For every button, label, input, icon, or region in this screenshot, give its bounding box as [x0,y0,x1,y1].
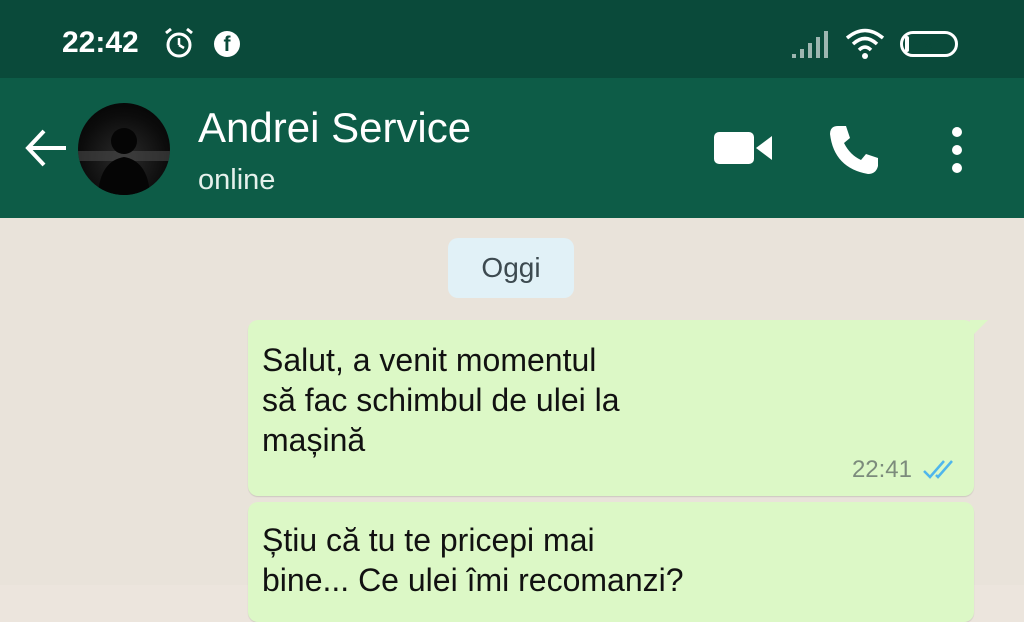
alarm-clock-icon [165,27,193,58]
message-bubble[interactable]: Salut, a venit momentul să fac schimbul … [248,320,988,496]
message-time: 22:41 [851,456,912,483]
message-bubble[interactable]: Știu că tu te pricepi mai bine... Ce ule… [248,502,974,622]
phone-icon[interactable] [826,122,882,178]
double-check-read-icon [923,460,953,479]
chat-area[interactable]: Oggi Salut, a venit momentul să fac schi… [0,218,1024,622]
message-text: Salut, a venit momentul să fac schimbul … [262,342,620,458]
avatar[interactable] [78,103,170,195]
message-text: Știu că tu te pricepi mai bine... Ce ule… [262,522,684,598]
wifi-icon [845,28,885,59]
contact-name[interactable]: Andrei Service [198,104,471,152]
battery-icon: 9 [900,31,958,57]
cell-signal-icon [792,31,828,58]
status-bar: 22:42 f 9 [0,0,1024,78]
contact-status: online [198,164,276,196]
date-chip: Oggi [448,238,574,298]
video-camera-icon[interactable] [712,126,774,170]
back-arrow-icon[interactable] [22,118,72,178]
facebook-icon: f [214,31,240,57]
vertical-dots-menu-icon[interactable] [942,122,972,178]
battery-level: 9 [924,34,934,53]
status-time: 22:42 [62,26,139,59]
avatar-silhouette-icon [78,128,170,195]
chat-header: Andrei Service online [0,78,1024,218]
